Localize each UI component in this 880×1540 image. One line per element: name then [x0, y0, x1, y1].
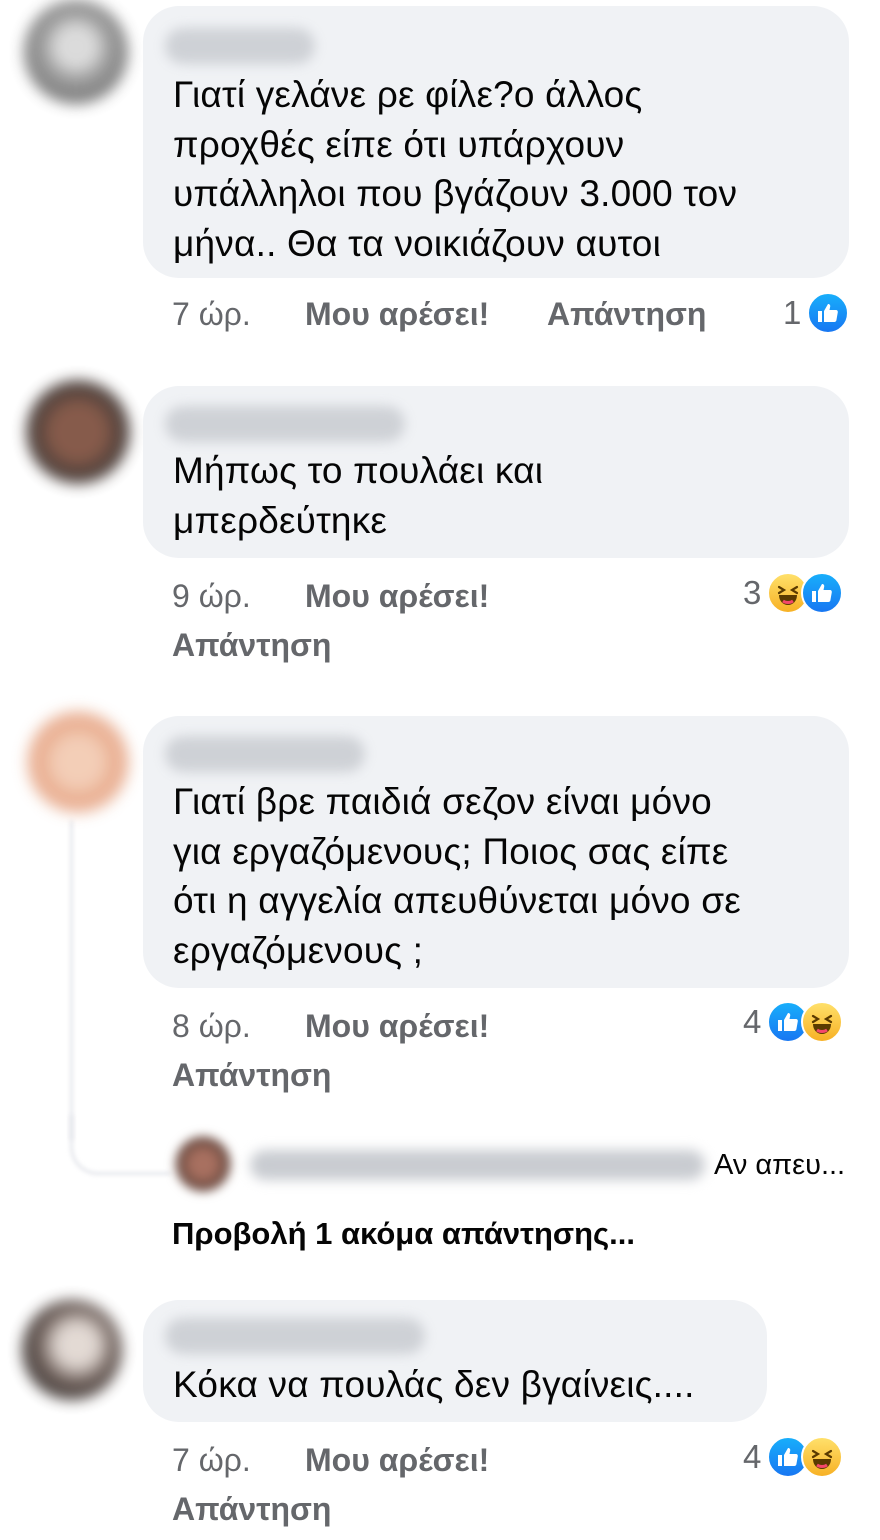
view-more-replies-link[interactable]: Προβολή 1 ακόμα απάντησης... [172, 1216, 635, 1252]
comment-text: Μήπως το πουλάει και μπερδεύτηκε [173, 450, 544, 541]
comment-author[interactable] [165, 736, 365, 772]
comment-author[interactable] [165, 406, 405, 442]
commenter-avatar[interactable] [26, 380, 130, 484]
reply-snippet: Αν απευ... [714, 1149, 846, 1181]
comment-timestamp[interactable]: 9 ώρ. [172, 578, 251, 615]
commenter-avatar[interactable] [26, 710, 130, 814]
comment-text: Γιατί βρε παιδιά σεζον είναι μόνο για ερ… [173, 781, 741, 971]
thread-connector [70, 1115, 170, 1175]
comment-bubble: Κόκα να πουλάς δεν βγαίνεις.... [143, 1300, 767, 1422]
reaction-count: 3 [743, 574, 762, 611]
comment-text: Κόκα να πουλάς δεν βγαίνεις.... [173, 1364, 695, 1405]
reactions-summary[interactable]: 1 [783, 291, 850, 335]
reaction-count: 1 [783, 294, 802, 331]
like-button[interactable]: Μου αρέσει! [305, 1442, 489, 1479]
haha-icon [801, 1436, 844, 1478]
comment-bubble: Γιατί βρε παιδιά σεζον είναι μόνο για ερ… [143, 716, 849, 988]
reaction-count: 4 [743, 1003, 762, 1040]
reactions-summary[interactable]: 3 [743, 571, 844, 615]
reactions-summary[interactable]: 4 [743, 1000, 844, 1044]
like-icon [807, 292, 850, 334]
reaction-count: 4 [743, 1438, 762, 1475]
reply-avatar [175, 1136, 231, 1192]
haha-icon [801, 1001, 844, 1043]
comment-author[interactable] [165, 1318, 425, 1354]
comment-timestamp[interactable]: 7 ώρ. [172, 1442, 251, 1479]
reactions-summary[interactable]: 4 [743, 1435, 844, 1479]
comment-author[interactable] [165, 28, 315, 64]
reply-button[interactable]: Απάντηση [172, 1491, 331, 1528]
like-button[interactable]: Μου αρέσει! [305, 578, 489, 615]
comment-timestamp[interactable]: 7 ώρ. [172, 296, 251, 333]
reply-button[interactable]: Απάντηση [172, 1057, 331, 1094]
reply-button[interactable]: Απάντηση [547, 296, 706, 333]
like-button[interactable]: Μου αρέσει! [305, 296, 489, 333]
thread-line [70, 820, 73, 1140]
comment-timestamp[interactable]: 8 ώρ. [172, 1008, 251, 1045]
comment-bubble: Μήπως το πουλάει και μπερδεύτηκε [143, 386, 849, 558]
like-icon [801, 572, 844, 614]
commenter-avatar[interactable] [22, 1300, 122, 1400]
reply-button[interactable]: Απάντηση [172, 627, 331, 664]
comment-bubble: Γιατί γελάνε ρε φίλε?ο άλλος προχθές είπ… [143, 6, 849, 278]
commenter-avatar[interactable] [24, 0, 128, 104]
like-button[interactable]: Μου αρέσει! [305, 1008, 489, 1045]
reply-author [250, 1150, 705, 1180]
comment-text: Γιατί γελάνε ρε φίλε?ο άλλος προχθές είπ… [173, 74, 738, 264]
